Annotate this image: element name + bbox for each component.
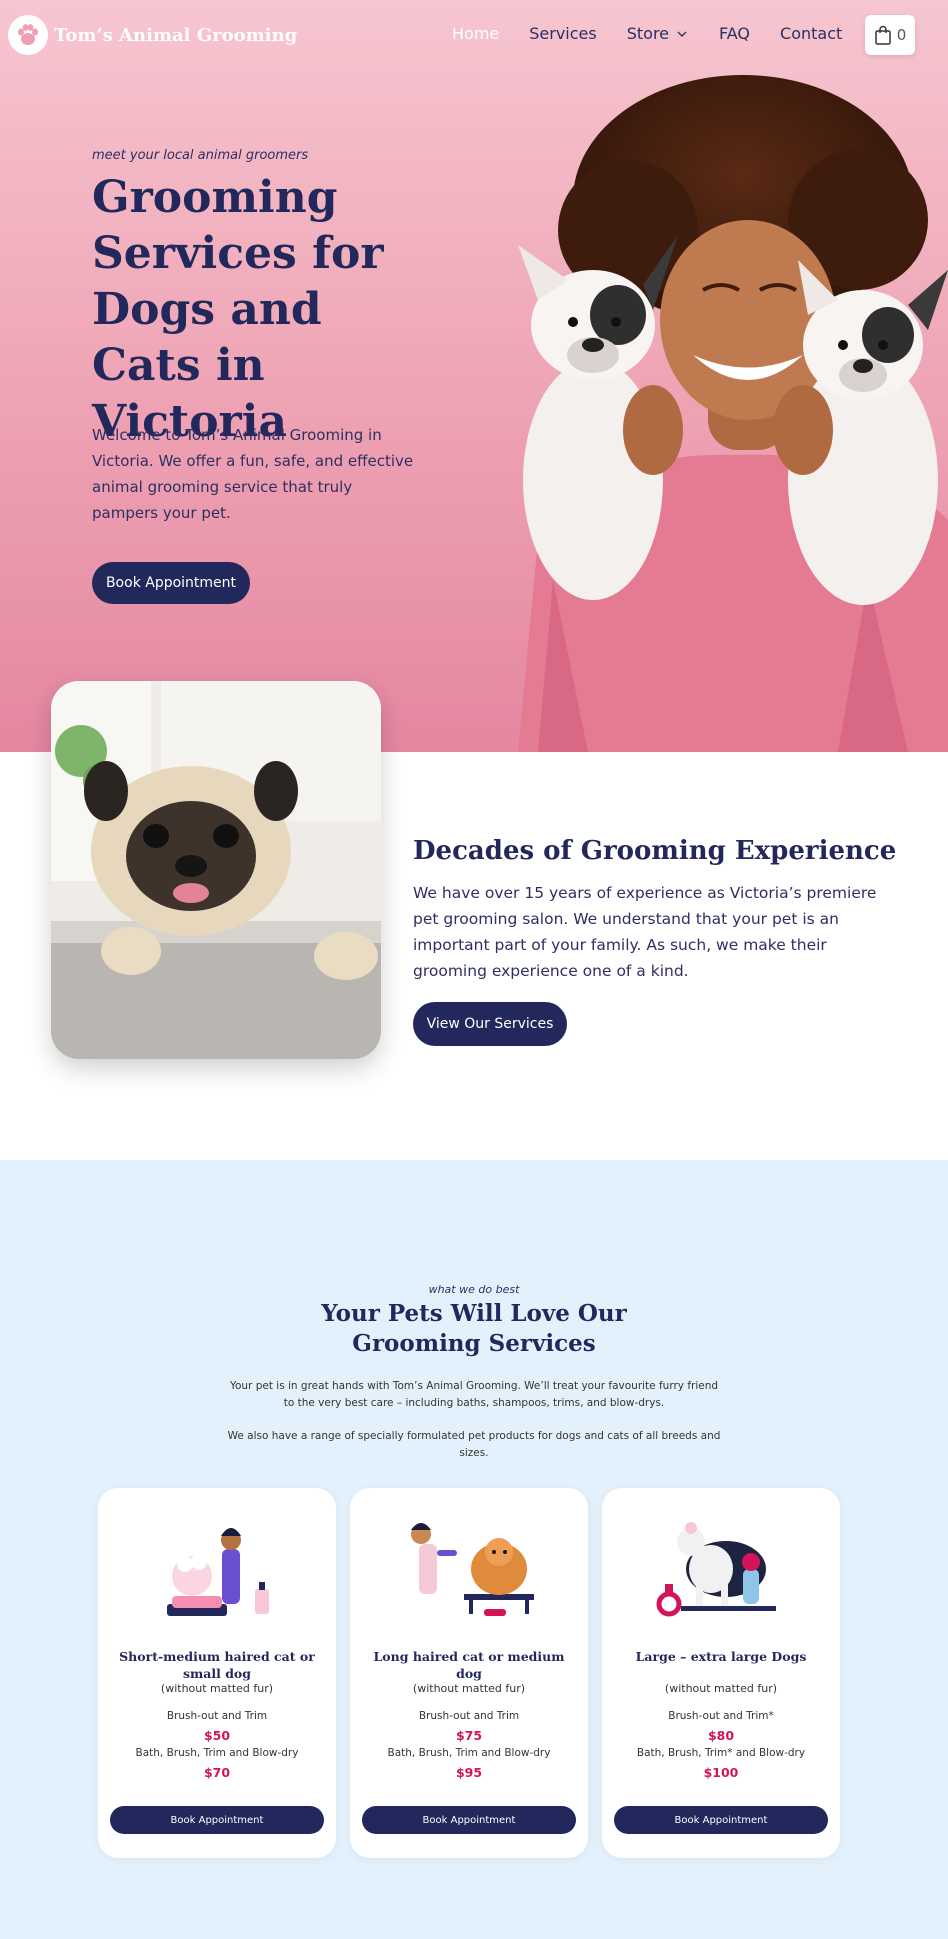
card-note: (without matted fur) — [160, 1682, 274, 1695]
card-price-1: $75 — [455, 1728, 483, 1743]
card-service-2: Bath, Brush, Trim* and Blow-dry — [636, 1747, 806, 1759]
hero-kicker: meet your local animal groomers — [92, 148, 309, 163]
services-kicker: what we do best — [428, 1283, 520, 1296]
service-card-small: Short-medium haired cat or small dog (wi… — [98, 1488, 336, 1858]
experience-description: We have over 15 years of experience as V… — [413, 884, 877, 980]
card-service-2: Bath, Brush, Trim and Blow-dry — [135, 1747, 299, 1759]
groomer-with-large-dog-illustration — [656, 1522, 776, 1617]
card-title: Short-medium haired cat or small dog — [119, 1649, 315, 1681]
card-title: Long haired cat or medium dog — [373, 1649, 565, 1681]
card-price-2: $95 — [455, 1765, 483, 1780]
pug-photo — [51, 681, 381, 1059]
book-appointment-button[interactable]: Book Appointment — [110, 1806, 324, 1834]
service-card-medium: Long haired cat or medium dog (without m… — [350, 1488, 588, 1858]
nav-item-contact[interactable]: Contact — [780, 24, 842, 43]
card-price-1: $50 — [203, 1728, 231, 1743]
card-service-1: Brush-out and Trim — [166, 1710, 268, 1722]
card-service-2: Bath, Brush, Trim and Blow-dry — [387, 1747, 551, 1759]
card-service-1: Brush-out and Trim — [418, 1710, 520, 1722]
card-price-1: $80 — [707, 1728, 735, 1743]
nav-item-faq[interactable]: FAQ — [719, 24, 750, 43]
groomer-with-pomeranian-illustration — [411, 1523, 534, 1616]
services-title: Your Pets Will Love Our Grooming Service… — [321, 1300, 627, 1357]
top-navigation: Tom’s Animal Grooming Home Services Stor… — [0, 0, 948, 70]
hero-photo-woman-with-puppies — [518, 75, 948, 752]
card-price-2: $100 — [703, 1765, 739, 1780]
nav-item-home[interactable]: Home — [452, 24, 499, 43]
book-appointment-button[interactable]: Book Appointment — [362, 1806, 576, 1834]
nav-item-services[interactable]: Services — [529, 24, 596, 43]
card-note: (without matted fur) — [412, 1682, 526, 1695]
shopping-bag-icon — [874, 25, 891, 45]
services-section: what we do best Your Pets Will Love Our … — [0, 1160, 948, 1939]
card-price-2: $70 — [203, 1765, 231, 1780]
hero-title: Grooming Services for Dogs and Cats in V… — [92, 172, 384, 447]
experience-title: Decades of Grooming Experience — [413, 836, 897, 866]
book-appointment-button[interactable]: Book Appointment — [92, 562, 250, 604]
nav-item-store-label: Store — [626, 24, 670, 43]
view-services-button[interactable]: View Our Services — [413, 1002, 567, 1046]
service-card-large: Large – extra large Dogs (without matted… — [602, 1488, 840, 1858]
card-note: (without matted fur) — [664, 1682, 778, 1695]
groomer-with-cat-illustration — [167, 1528, 269, 1616]
paw-logo-icon — [8, 15, 48, 55]
services-description-2: We also have a range of specially formul… — [227, 1430, 721, 1459]
services-description-1: Your pet is in great hands with Tom’s An… — [229, 1380, 719, 1409]
cart-button[interactable]: 0 — [865, 15, 915, 55]
brand-name: Tom’s Animal Grooming — [54, 24, 298, 46]
card-service-1: Brush-out and Trim* — [668, 1710, 774, 1722]
nav-item-store[interactable]: Store — [627, 24, 689, 43]
chevron-down-icon — [677, 31, 687, 37]
hero-section: Tom’s Animal Grooming Home Services Stor… — [0, 0, 948, 752]
nav-links: Home Services Store FAQ Contact — [452, 24, 872, 43]
cart-count: 0 — [896, 26, 907, 44]
book-appointment-button[interactable]: Book Appointment — [614, 1806, 828, 1834]
brand-logo[interactable]: Tom’s Animal Grooming — [8, 15, 297, 55]
card-title: Large – extra large Dogs — [635, 1649, 807, 1664]
hero-description: Welcome to Tom’s Animal Grooming in Vict… — [92, 426, 414, 522]
